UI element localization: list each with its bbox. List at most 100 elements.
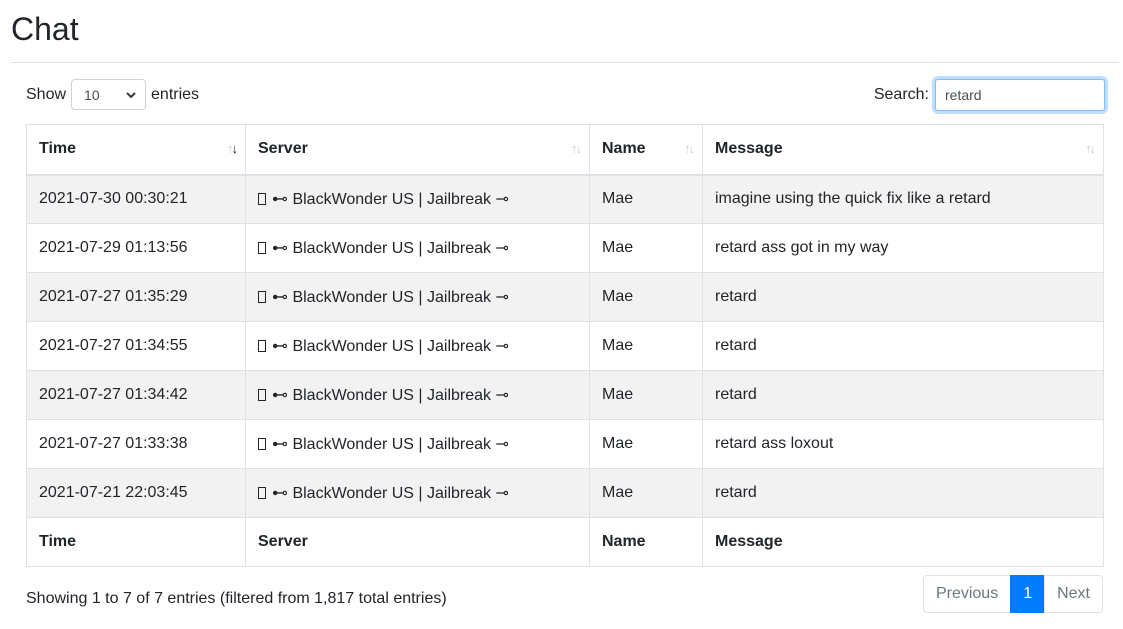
cell-server: ⊷ BlackWonder US | Jailbreak ⊸ [245, 223, 590, 273]
column-header-time[interactable]: Time ↑↓ [26, 124, 246, 176]
cell-message-text: retard ass loxout [715, 435, 834, 452]
cell-server: ⊷ BlackWonder US | Jailbreak ⊸ [245, 468, 590, 518]
search-control: Search: [873, 78, 1105, 111]
cell-time: 2021-07-27 01:34:55 [26, 321, 246, 371]
chevron-down-icon [126, 91, 136, 98]
cell-server: ⊷ BlackWonder US | Jailbreak ⊸ [245, 174, 590, 224]
cell-time-text: 2021-07-21 22:03:45 [39, 484, 188, 501]
column-header-server[interactable]: Server ↑↓ [245, 124, 590, 176]
cell-time-text: 2021-07-27 01:34:42 [39, 386, 188, 403]
chat-table: Time ↑↓ Server ↑↓ Name ↑↓ Message ↑↓ 202… [26, 124, 1104, 567]
cell-server: ⊷ BlackWonder US | Jailbreak ⊸ [245, 419, 590, 469]
cell-time: 2021-07-27 01:35:29 [26, 272, 246, 322]
cell-server-text: ⊷ BlackWonder US | Jailbreak ⊸ [272, 387, 509, 404]
cell-message: retard [702, 321, 1104, 371]
cell-message: retard ass got in my way [702, 223, 1104, 273]
missing-glyph-icon [258, 193, 266, 206]
cell-name: Mae [589, 468, 703, 518]
cell-name-text: Mae [602, 435, 634, 452]
previous-page-button[interactable]: Previous [922, 575, 1012, 613]
column-header-label: Name [602, 140, 646, 158]
missing-glyph-icon [258, 487, 266, 499]
cell-time: 2021-07-27 01:34:42 [26, 370, 246, 420]
sort-icon: ↑↓ [684, 141, 695, 156]
entries-length-value: 10 [84, 86, 100, 103]
cell-name-text: Mae [602, 190, 634, 208]
missing-glyph-icon [258, 291, 266, 303]
table-row: 2021-07-30 00:30:21 ⊷ BlackWonder US | Ja… [26, 174, 1104, 224]
column-footer-name: Name [589, 517, 703, 567]
table-row: 2021-07-21 22:03:45 ⊷ BlackWonder US | Ja… [26, 468, 1104, 518]
cell-server-text: ⊷ BlackWonder US | Jailbreak ⊸ [272, 338, 509, 355]
cell-time-text: 2021-07-27 01:35:29 [39, 288, 188, 305]
title-divider [11, 62, 1119, 63]
cell-time: 2021-07-21 22:03:45 [26, 468, 246, 518]
column-footer-time: Time [26, 517, 246, 567]
search-input[interactable] [935, 78, 1105, 111]
next-page-button[interactable]: Next [1044, 575, 1103, 613]
cell-name: Mae [589, 174, 703, 224]
show-label: Show [26, 85, 67, 103]
cell-server: ⊷ BlackWonder US | Jailbreak ⊸ [245, 370, 590, 420]
missing-glyph-icon [258, 242, 266, 254]
cell-message: retard [702, 370, 1104, 420]
cell-server: ⊷ BlackWonder US | Jailbreak ⊸ [245, 321, 590, 371]
entries-label: entries [151, 85, 200, 103]
cell-name: Mae [589, 223, 703, 273]
page-title: Chat [11, 11, 79, 47]
footer-row: Time Server Name Message [26, 517, 1104, 567]
column-footer-message: Message [702, 517, 1104, 567]
cell-message-text: retard [715, 288, 757, 305]
cell-name-text: Mae [602, 337, 634, 354]
cell-time-text: 2021-07-27 01:33:38 [39, 435, 188, 452]
cell-message-text: retard [715, 484, 757, 501]
cell-message: imagine using the quick fix like a retar… [702, 174, 1104, 224]
cell-name: Mae [589, 272, 703, 322]
cell-server-text: ⊷ BlackWonder US | Jailbreak ⊸ [272, 289, 509, 306]
cell-server-text: ⊷ BlackWonder US | Jailbreak ⊸ [272, 485, 509, 502]
cell-message-text: retard [715, 386, 757, 403]
cell-name-text: Mae [602, 386, 634, 403]
cell-time-text: 2021-07-27 01:34:55 [39, 337, 188, 354]
column-footer-server: Server [245, 517, 590, 567]
cell-server-text: ⊷ BlackWonder US | Jailbreak ⊸ [272, 436, 509, 453]
header-row: Time ↑↓ Server ↑↓ Name ↑↓ Message ↑↓ [26, 124, 1104, 176]
entries-length-control: Show 10 entries [26, 79, 199, 110]
column-header-label: Server [258, 140, 308, 158]
cell-server-text: ⊷ BlackWonder US | Jailbreak ⊸ [272, 240, 509, 257]
sort-icon: ↑↓ [571, 141, 582, 156]
cell-time: 2021-07-29 01:13:56 [26, 223, 246, 273]
sort-descending-icon: ↑↓ [227, 141, 238, 156]
column-header-message[interactable]: Message ↑↓ [702, 124, 1104, 176]
missing-glyph-icon [258, 340, 266, 352]
cell-message-text: imagine using the quick fix like a retar… [715, 190, 991, 208]
cell-name-text: Mae [602, 288, 634, 305]
cell-server-text: ⊷ BlackWonder US | Jailbreak ⊸ [272, 191, 509, 209]
cell-name: Mae [589, 419, 703, 469]
cell-name-text: Mae [602, 484, 634, 501]
cell-message: retard [702, 468, 1104, 518]
cell-time-text: 2021-07-30 00:30:21 [39, 190, 188, 208]
search-label: Search: [873, 85, 929, 103]
column-header-label: Message [715, 140, 783, 158]
cell-message: retard ass loxout [702, 419, 1104, 469]
cell-name: Mae [589, 321, 703, 371]
cell-name-text: Mae [602, 239, 634, 256]
page-1-button[interactable]: 1 [1010, 575, 1046, 613]
cell-message: retard [702, 272, 1104, 322]
cell-time: 2021-07-27 01:33:38 [26, 419, 246, 469]
column-header-label: Time [39, 140, 77, 158]
pagination: Previous 1 Next [922, 575, 1103, 613]
table-row: 2021-07-27 01:34:42 ⊷ BlackWonder US | Ja… [26, 370, 1104, 420]
cell-message-text: retard [715, 337, 757, 354]
cell-time-text: 2021-07-29 01:13:56 [39, 239, 188, 256]
table-row: 2021-07-27 01:34:55 ⊷ BlackWonder US | Ja… [26, 321, 1104, 371]
cell-server: ⊷ BlackWonder US | Jailbreak ⊸ [245, 272, 590, 322]
table-row: 2021-07-29 01:13:56 ⊷ BlackWonder US | Ja… [26, 223, 1104, 273]
table-row: 2021-07-27 01:33:38 ⊷ BlackWonder US | Ja… [26, 419, 1104, 469]
missing-glyph-icon [258, 389, 266, 401]
entries-length-select[interactable]: 10 [71, 79, 147, 110]
cell-time: 2021-07-30 00:30:21 [26, 174, 246, 224]
missing-glyph-icon [258, 438, 266, 450]
column-header-name[interactable]: Name ↑↓ [589, 124, 703, 176]
